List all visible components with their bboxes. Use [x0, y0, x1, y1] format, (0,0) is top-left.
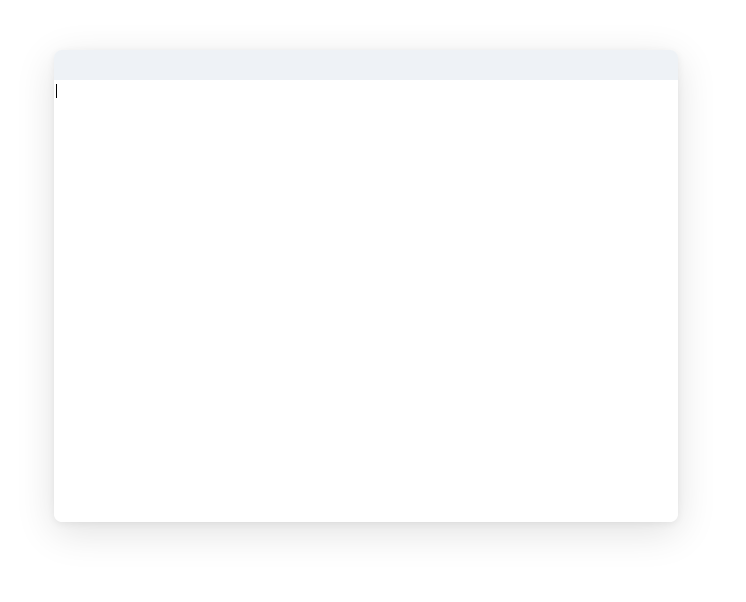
editor-content-area[interactable]: [54, 80, 678, 522]
application-window: [54, 50, 678, 522]
window-titlebar[interactable]: [54, 50, 678, 80]
text-cursor: [56, 84, 57, 98]
